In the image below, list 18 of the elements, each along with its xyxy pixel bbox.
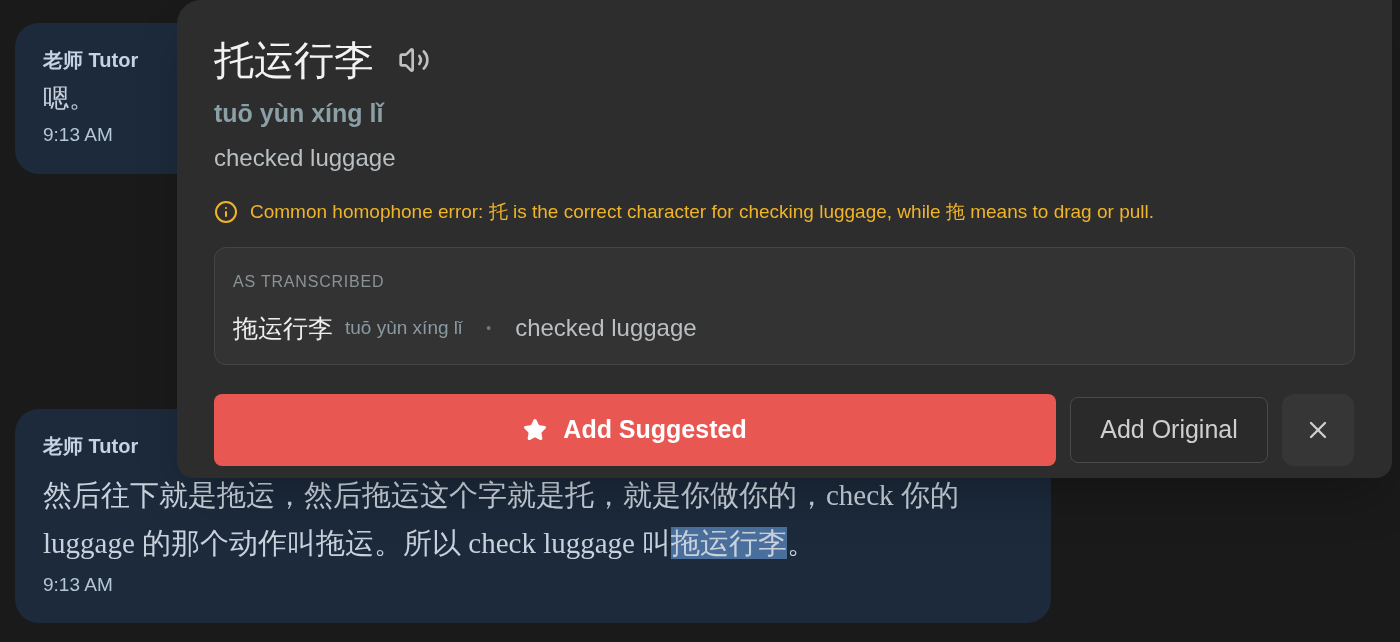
message-text: 嗯。 bbox=[43, 83, 96, 115]
info-icon bbox=[214, 200, 238, 225]
word-title: 托运行李 bbox=[214, 36, 374, 85]
message-time: 9:13 AM bbox=[43, 572, 113, 597]
add-suggested-button[interactable]: Add Suggested bbox=[214, 393, 1056, 466]
warning-text: Common homophone error: 托 is the correct character for checking luggage, while 拖 means to drag or pull. bbox=[250, 200, 1154, 224]
add-original-button[interactable]: Add Original bbox=[1070, 396, 1268, 463]
message-time: 9:13 AM bbox=[43, 123, 113, 147]
transcribed-pinyin: tuō yùn xíng lǐ bbox=[345, 316, 463, 340]
transcribed-meaning: checked luggage bbox=[515, 313, 697, 344]
pinyin-text: tuō yùn xíng lǐ bbox=[214, 98, 386, 129]
transcribed-word: 拖运行李 bbox=[233, 312, 333, 344]
card-label: AS TRANSCRIBED bbox=[233, 271, 386, 292]
sender-name: 老师 Tutor bbox=[43, 433, 139, 459]
separator-dot: • bbox=[486, 318, 492, 338]
star-icon bbox=[523, 417, 548, 442]
sender-name: 老师 Tutor bbox=[43, 48, 139, 73]
meaning-text: checked luggage bbox=[214, 143, 397, 173]
